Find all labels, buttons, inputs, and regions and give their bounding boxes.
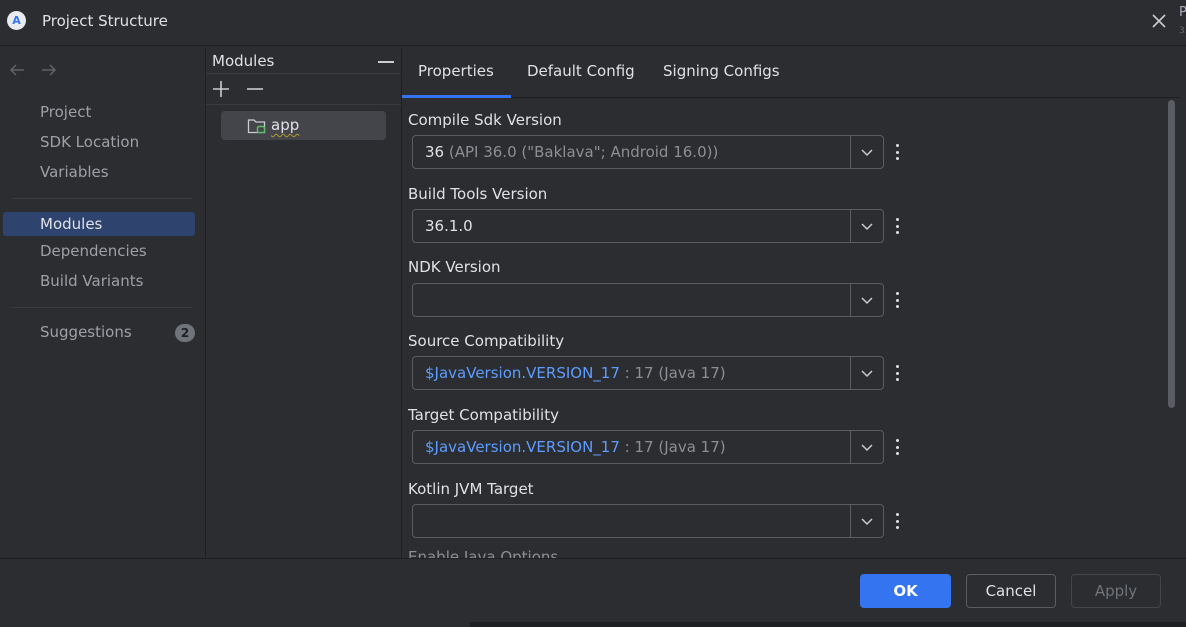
chevron-down-icon[interactable] (860, 146, 874, 158)
sidebar-item-variables[interactable]: Variables (40, 163, 109, 181)
chevron-down-icon[interactable] (860, 441, 874, 453)
properties-form: Compile Sdk Version 36 (API 36.0 ("Bakla… (402, 99, 1179, 558)
chevron-down-icon[interactable] (860, 367, 874, 379)
scrollbar-thumb[interactable] (1168, 100, 1175, 408)
collapse-panel-icon[interactable] (378, 61, 394, 63)
module-folder-icon (247, 119, 266, 134)
sidebar-item-build-variants[interactable]: Build Variants (40, 272, 143, 290)
sidebar-item-project[interactable]: Project (40, 103, 91, 121)
modules-toolbar-divider (206, 104, 401, 105)
back-arrow-icon[interactable] (8, 62, 26, 78)
forward-arrow-icon[interactable] (40, 62, 58, 78)
target-compatibility-label: Target Compatibility (408, 406, 559, 424)
sidebar-item-sdk-location[interactable]: SDK Location (40, 133, 139, 151)
target-compatibility-ref: $JavaVersion.VERSION_17 (425, 438, 620, 456)
kotlin-jvm-target-label: Kotlin JVM Target (408, 480, 534, 498)
more-options-icon[interactable] (892, 290, 902, 310)
source-compatibility-combobox[interactable]: $JavaVersion.VERSION_17 : 17 (Java 17) (412, 356, 884, 390)
cancel-button[interactable]: Cancel (966, 574, 1056, 608)
more-options-icon[interactable] (892, 216, 902, 236)
chevron-down-icon[interactable] (860, 220, 874, 232)
compile-sdk-label: Compile Sdk Version (408, 111, 562, 129)
compile-sdk-combobox[interactable]: 36 (API 36.0 ("Baklava"; Android 16.0)) (412, 135, 884, 169)
source-compatibility-label: Source Compatibility (408, 332, 565, 350)
add-module-icon[interactable] (212, 80, 230, 98)
more-options-icon[interactable] (892, 142, 902, 162)
more-options-icon[interactable] (892, 363, 902, 383)
background-window-text: P (1179, 5, 1186, 20)
build-tools-label: Build Tools Version (408, 185, 548, 203)
cutoff-field-label: Enable Java Options (408, 548, 559, 558)
sidebar-item-modules[interactable]: Modules (40, 215, 102, 233)
ndk-version-label: NDK Version (408, 258, 501, 276)
close-icon[interactable] (1150, 12, 1168, 30)
suggestions-count-badge: 2 (175, 324, 195, 342)
build-tools-combobox[interactable]: 36.1.0 (412, 209, 884, 243)
source-compatibility-hint: (Java 17) (653, 364, 726, 382)
compile-sdk-hint: (API 36.0 ("Baklava"; Android 16.0)) (444, 143, 719, 161)
tab-default-config[interactable]: Default Config (527, 62, 635, 80)
window-bottom-edge (470, 622, 1186, 627)
compile-sdk-value: 36 (425, 143, 445, 161)
ok-button[interactable]: OK (860, 574, 951, 608)
tab-bar: Properties Default Config Signing Config… (402, 47, 1179, 98)
chevron-down-icon[interactable] (860, 294, 874, 306)
sidebar (0, 47, 205, 558)
apply-button[interactable]: Apply (1071, 574, 1161, 608)
source-compatibility-ref: $JavaVersion.VERSION_17 (425, 364, 620, 382)
window-bottom-edge (0, 622, 470, 627)
module-list-item-app[interactable]: app (221, 111, 386, 140)
target-compatibility-resolved: : 17 (619, 438, 654, 456)
sidebar-item-suggestions[interactable]: Suggestions (40, 323, 132, 341)
background-window-subtext: 3. (1179, 26, 1186, 36)
tab-properties[interactable]: Properties (418, 62, 494, 80)
active-tab-indicator (402, 95, 511, 98)
window-title: Project Structure (42, 12, 168, 30)
source-compatibility-resolved: : 17 (619, 364, 654, 382)
more-options-icon[interactable] (892, 437, 902, 457)
modules-header-divider (206, 73, 401, 74)
target-compatibility-combobox[interactable]: $JavaVersion.VERSION_17 : 17 (Java 17) (412, 430, 884, 464)
ndk-version-combobox[interactable] (412, 283, 884, 317)
target-compatibility-hint: (Java 17) (653, 438, 726, 456)
tab-signing-configs[interactable]: Signing Configs (663, 62, 780, 80)
remove-module-icon[interactable] (246, 80, 264, 98)
sidebar-divider (12, 307, 192, 308)
android-studio-logo-icon: A (7, 11, 26, 30)
module-name: app (271, 116, 300, 134)
more-options-icon[interactable] (892, 511, 902, 531)
build-tools-value: 36.1.0 (425, 217, 473, 235)
sidebar-divider (12, 198, 192, 199)
kotlin-jvm-target-combobox[interactable] (412, 504, 884, 538)
chevron-down-icon[interactable] (860, 515, 874, 527)
modules-panel-title: Modules (212, 52, 275, 70)
title-bar: A Project Structure P 3. (0, 0, 1186, 46)
sidebar-item-dependencies[interactable]: Dependencies (40, 242, 147, 260)
